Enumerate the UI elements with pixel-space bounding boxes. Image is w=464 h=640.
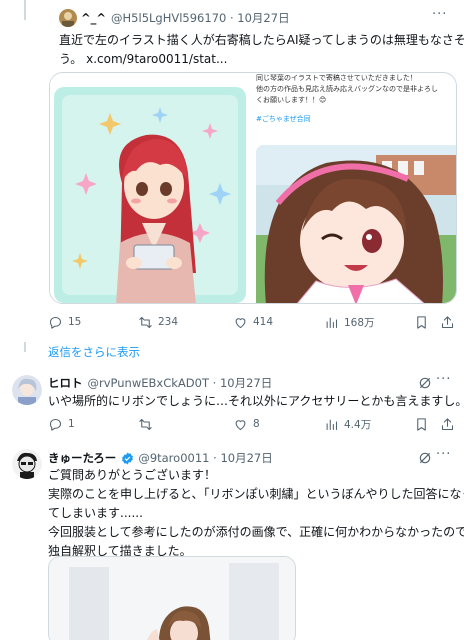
handle[interactable]: @H5l5LgHVl596170 xyxy=(111,10,226,26)
share-button[interactable] xyxy=(440,414,455,434)
share-button[interactable] xyxy=(440,312,455,332)
grok-icon[interactable] xyxy=(418,376,432,390)
tweet-header: きゅーたろー @9taro0011 · 10月27日 xyxy=(48,450,273,466)
views-button[interactable]: 4.4万 xyxy=(324,414,371,434)
display-name[interactable]: ヒロト xyxy=(48,375,83,391)
reply-button[interactable]: 15 xyxy=(48,312,81,332)
reply-icon xyxy=(49,418,62,431)
share-icon xyxy=(441,315,454,328)
grok-icon[interactable] xyxy=(418,451,432,465)
handle[interactable]: @9taro0011 xyxy=(138,450,209,466)
media-card[interactable]: 同じ琴葉のイラストで寄稿させていただきました！ 他の方の作品も見応え読み応えバッ… xyxy=(49,72,457,304)
bookmark-icon xyxy=(417,315,426,329)
more-icon[interactable]: ··· xyxy=(436,372,451,387)
reply-icon xyxy=(49,316,62,329)
tweet-text: ご質問ありがとうございます！ 実際のことを申し上げると、「リボンぽい刺繍」という… xyxy=(48,468,464,558)
repost-button[interactable] xyxy=(138,414,158,434)
illustration-right[interactable] xyxy=(256,145,456,303)
timestamp[interactable]: 10月27日 xyxy=(220,375,272,391)
attached-photo[interactable] xyxy=(48,556,296,640)
bookmark-button[interactable] xyxy=(414,312,429,332)
tweet-actions: 15 234 414 168万 xyxy=(48,312,458,332)
avatar[interactable] xyxy=(12,449,42,479)
tweet-text: いや場所的にリボンでしょうに…それ以外にアクセサリーとかも言えますし。 xyxy=(48,394,464,408)
views-icon xyxy=(326,317,338,328)
thread-line xyxy=(24,342,26,352)
timestamp[interactable]: 10月27日 xyxy=(237,10,289,26)
show-more-replies-link[interactable]: 返信をさらに表示 xyxy=(48,344,140,360)
heart-icon xyxy=(235,317,246,328)
verified-badge-icon xyxy=(122,452,134,464)
avatar[interactable] xyxy=(12,375,42,405)
reply-button[interactable]: 1 xyxy=(48,414,75,434)
tweet-actions: 1 8 4.4万 xyxy=(48,414,458,434)
repost-button[interactable]: 234 xyxy=(138,312,178,332)
share-icon xyxy=(441,417,454,430)
timestamp[interactable]: 10月27日 xyxy=(220,450,272,466)
tweet-header: ^_^ @H5l5LgHVl596170 · 10月27日 xyxy=(81,10,290,26)
avatar[interactable] xyxy=(59,9,77,27)
illustration-left[interactable] xyxy=(50,73,250,303)
more-icon[interactable]: ··· xyxy=(436,447,451,462)
like-button[interactable]: 8 xyxy=(233,414,260,434)
tweet-header: ヒロト @rvPunwEBxCkAD0T · 10月27日 xyxy=(48,375,273,391)
bookmark-icon xyxy=(417,417,426,431)
display-name[interactable]: きゅーたろー xyxy=(48,450,116,466)
thread-line-top xyxy=(24,0,26,20)
like-button[interactable]: 414 xyxy=(233,312,273,332)
repost-icon xyxy=(139,316,152,328)
card-caption: 同じ琴葉のイラストで寄稿させていただきました！ 他の方の作品も見応え読み応えバッ… xyxy=(256,73,456,125)
display-name[interactable]: ^_^ xyxy=(81,10,106,26)
tweet-text: 直近で左のイラスト描く人が右寄稿したらAI疑ってしまうのは無理もなさそ う。 x… xyxy=(59,33,464,66)
views-button[interactable]: 168万 xyxy=(324,312,375,332)
heart-icon xyxy=(235,419,246,430)
bookmark-button[interactable] xyxy=(414,414,429,434)
card-hashtag[interactable]: #ごちゃまぜ合同 xyxy=(256,114,456,125)
handle[interactable]: @rvPunwEBxCkAD0T xyxy=(88,375,209,391)
more-icon[interactable]: ··· xyxy=(432,7,447,22)
repost-icon xyxy=(139,418,152,430)
views-icon xyxy=(326,419,338,430)
